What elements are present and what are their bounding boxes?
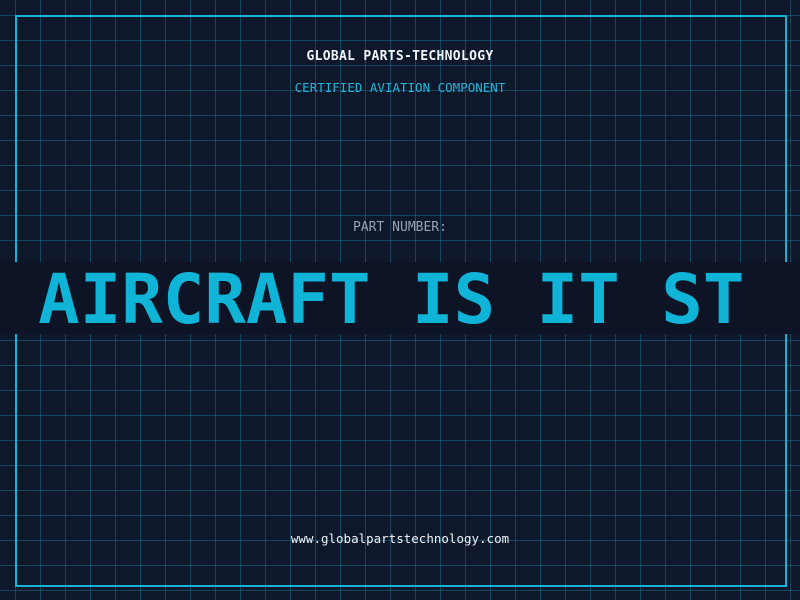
website-url: www.globalpartstechnology.com: [290, 531, 510, 546]
part-number-label: PART NUMBER:: [353, 220, 447, 235]
brand-subtitle: CERTIFIED AVIATION COMPONENT: [294, 80, 506, 95]
brand-title: GLOBAL PARTS-TECHNOLOGY: [306, 49, 494, 64]
part-number-band: WHY AIRCRAFT IS IT ST: [0, 262, 800, 334]
label-canvas: GLOBAL PARTS-TECHNOLOGY CERTIFIED AVIATI…: [0, 0, 800, 600]
part-number-marquee-text: WHY AIRCRAFT IS IT ST: [0, 262, 745, 334]
